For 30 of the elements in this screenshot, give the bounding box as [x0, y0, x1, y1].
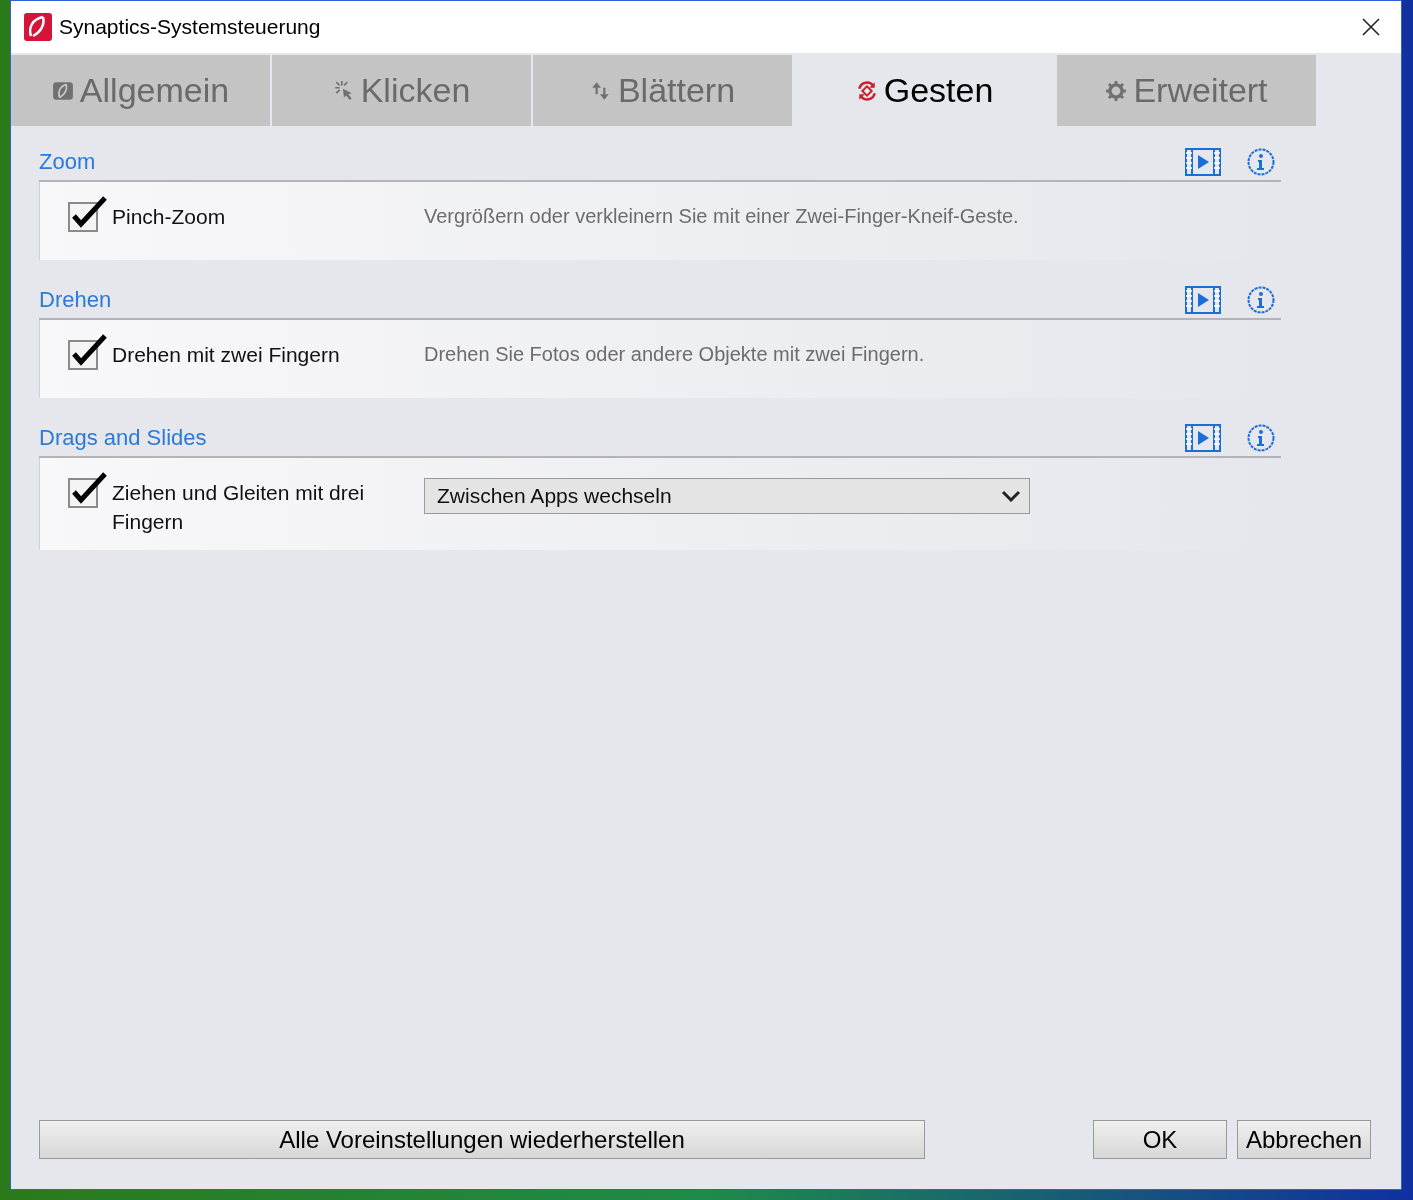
video-icon[interactable] — [1185, 148, 1221, 176]
info-icon[interactable] — [1247, 286, 1275, 314]
logo-icon — [51, 79, 74, 102]
checkbox-label: Pinch-Zoom — [112, 204, 227, 230]
section-heading: Drehen — [39, 287, 113, 313]
section-heading: Drags and Slides — [39, 425, 208, 451]
section-heading: Zoom — [39, 149, 97, 175]
checkbox-label: Ziehen und Gleiten mit drei Fingern — [112, 480, 366, 535]
info-icon[interactable] — [1247, 148, 1275, 176]
chevron-down-icon — [1001, 490, 1021, 502]
cursor-click-icon — [332, 79, 355, 102]
close-icon[interactable] — [1361, 17, 1381, 37]
ok-button[interactable]: OK — [1093, 1120, 1227, 1159]
checkbox[interactable] — [68, 472, 108, 508]
checkbox[interactable] — [68, 196, 108, 232]
restore-defaults-button[interactable]: Alle Voreinstellungen wiederherstellen — [39, 1120, 925, 1159]
video-icon[interactable] — [1185, 286, 1221, 314]
app-logo-icon — [23, 12, 53, 42]
description-text: Drehen Sie Fotos oder andere Objekte mit zwei Fingern. — [424, 342, 925, 367]
cancel-button[interactable]: Abbrechen — [1237, 1120, 1371, 1159]
checkbox-label: Drehen mit zwei Fingern — [112, 342, 341, 368]
checkbox[interactable] — [68, 334, 108, 370]
rotate-gesture-icon — [855, 79, 878, 102]
gear-icon — [1105, 79, 1128, 102]
video-icon[interactable] — [1185, 424, 1221, 452]
description-text: Vergrößern oder verkleinern Sie mit einer Zwei-Finger-Kneif-Geste. — [424, 204, 1019, 229]
up-down-arrows-icon — [589, 79, 612, 102]
info-icon[interactable] — [1247, 424, 1275, 452]
window-title: Synaptics-Systemsteuerung — [59, 15, 322, 39]
dropdown[interactable]: Zwischen Apps wechseln — [424, 478, 1030, 514]
